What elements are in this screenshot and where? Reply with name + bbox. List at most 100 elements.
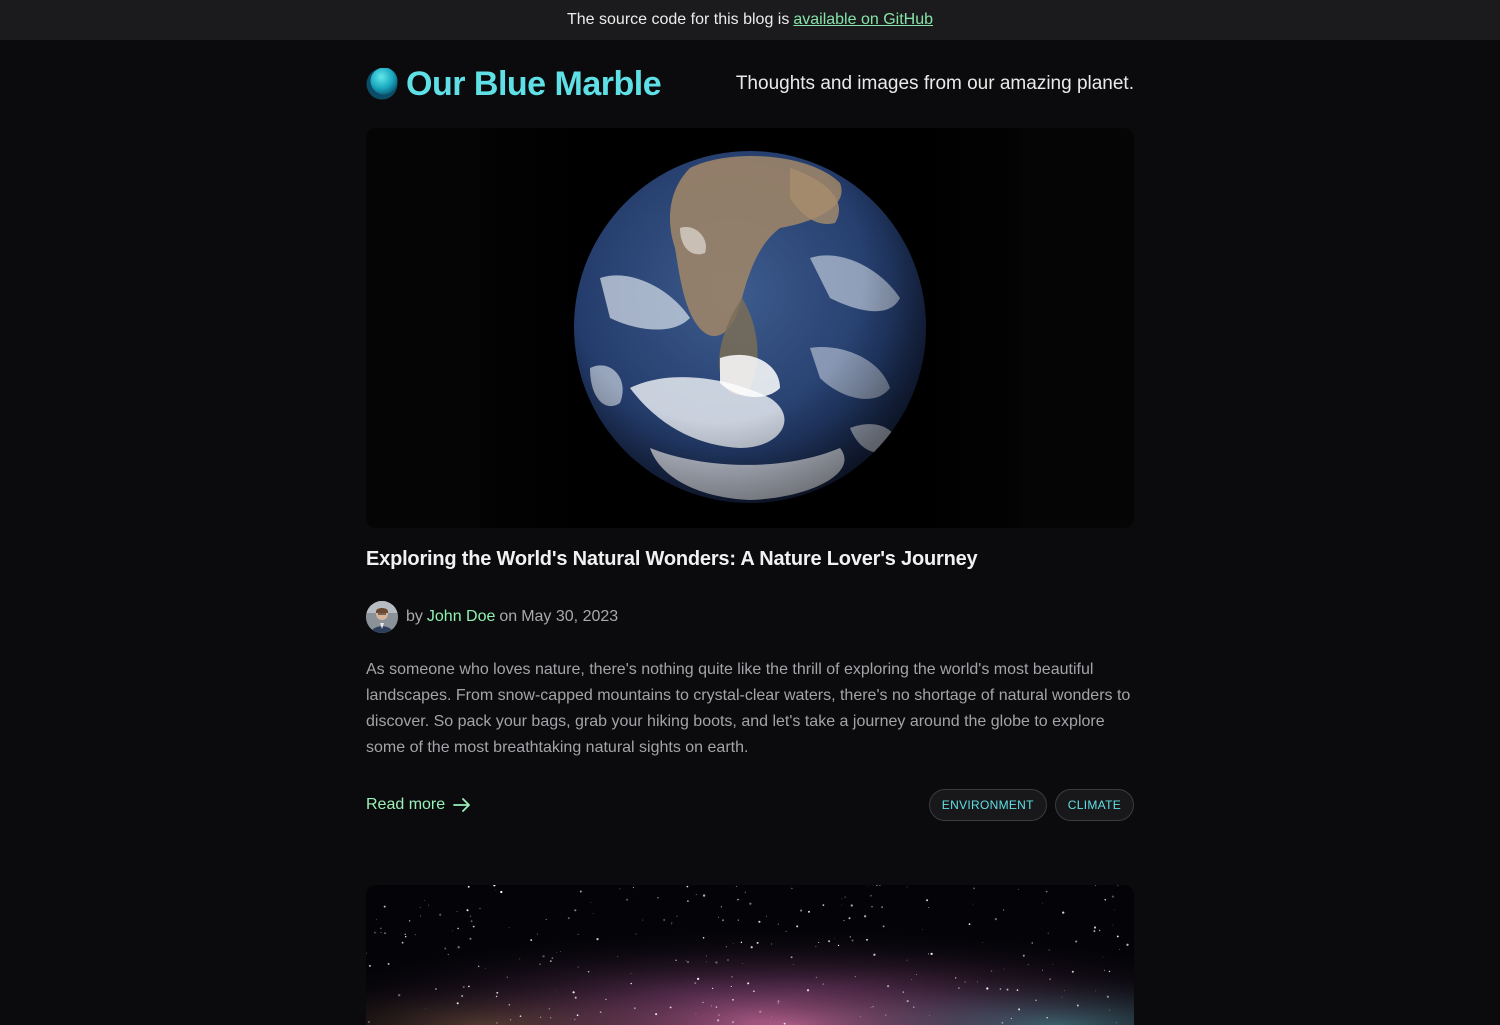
- star: [859, 1016, 861, 1017]
- star: [1126, 943, 1129, 946]
- star: [670, 922, 673, 924]
- star: [885, 1014, 887, 1016]
- star: [550, 1017, 552, 1019]
- star: [841, 904, 843, 906]
- star: [1031, 942, 1033, 944]
- star: [1045, 890, 1048, 893]
- read-more-label: Read more: [366, 796, 446, 813]
- star: [408, 920, 411, 922]
- star: [731, 976, 733, 978]
- star: [990, 970, 993, 972]
- star: [1114, 909, 1115, 911]
- star: [1108, 970, 1111, 973]
- star: [850, 904, 853, 907]
- star: [577, 933, 579, 935]
- star: [718, 916, 719, 918]
- star: [790, 956, 793, 959]
- star: [906, 959, 908, 961]
- star: [849, 936, 851, 938]
- read-more-link[interactable]: Read more: [366, 796, 471, 814]
- star: [777, 923, 779, 925]
- star: [675, 959, 677, 961]
- star: [626, 898, 629, 901]
- star: [576, 1014, 579, 1017]
- star: [731, 1020, 735, 1024]
- star: [702, 894, 706, 897]
- star: [843, 919, 845, 922]
- star: [783, 1022, 786, 1025]
- star: [551, 957, 554, 959]
- star: [715, 961, 718, 964]
- star: [1047, 932, 1049, 934]
- star: [759, 1010, 762, 1013]
- post-card: Exploring the World's Natural Wonders: A…: [366, 128, 1134, 821]
- star: [911, 978, 913, 980]
- star: [954, 977, 957, 979]
- star: [560, 951, 562, 952]
- post-hero-image[interactable]: [366, 128, 1134, 528]
- star: [472, 925, 475, 928]
- star: [456, 911, 458, 913]
- star: [999, 988, 1002, 990]
- author-link[interactable]: John Doe: [427, 608, 496, 626]
- star: [777, 1000, 780, 1003]
- main-column: Our Blue Marble Thoughts and images from…: [366, 40, 1134, 821]
- tag-environment[interactable]: ENVIRONMENT: [928, 789, 1047, 821]
- star: [1106, 995, 1110, 998]
- star: [452, 930, 453, 932]
- star: [506, 976, 508, 978]
- star: [1093, 926, 1097, 929]
- star: [735, 885, 737, 887]
- star: [687, 961, 689, 963]
- star: [1002, 909, 1005, 911]
- post-title[interactable]: Exploring the World's Natural Wonders: A…: [366, 548, 1134, 571]
- top-banner: The source code for this blog is availab…: [0, 0, 1500, 40]
- star: [508, 927, 510, 928]
- star: [457, 946, 460, 949]
- star: [368, 1021, 370, 1023]
- star: [972, 903, 974, 905]
- brand-home-link[interactable]: Our Blue Marble: [366, 65, 662, 104]
- star: [841, 898, 843, 900]
- star: [373, 931, 376, 934]
- star: [630, 972, 632, 974]
- star: [1049, 978, 1051, 980]
- star: [777, 1002, 779, 1004]
- github-link[interactable]: available on GitHub: [793, 11, 933, 29]
- star: [519, 958, 521, 960]
- next-post-hero-image[interactable]: [366, 885, 1134, 1025]
- star: [1018, 889, 1019, 890]
- star: [834, 938, 835, 940]
- star: [727, 959, 729, 961]
- star: [818, 941, 820, 944]
- star: [574, 909, 577, 912]
- star: [375, 918, 377, 920]
- tag-climate[interactable]: CLIMATE: [1054, 789, 1134, 821]
- star: [549, 960, 552, 963]
- globe-icon: [366, 68, 398, 100]
- star: [500, 890, 503, 894]
- author-avatar[interactable]: [366, 601, 398, 633]
- star: [404, 933, 406, 935]
- star: [747, 982, 750, 985]
- star: [469, 915, 472, 918]
- star: [599, 1011, 602, 1013]
- star: [439, 913, 442, 916]
- star: [633, 1007, 636, 1010]
- star: [851, 939, 854, 942]
- star: [590, 901, 592, 903]
- star: [404, 935, 407, 938]
- post-byline: by John Doe on May 30, 2023: [366, 601, 1134, 633]
- star: [1048, 949, 1050, 951]
- star: [710, 1005, 713, 1007]
- star: [906, 999, 909, 1003]
- star: [982, 942, 983, 944]
- star: [686, 885, 689, 888]
- star: [470, 920, 473, 923]
- star: [508, 1004, 511, 1006]
- star: [927, 953, 930, 955]
- star: [1018, 1008, 1021, 1011]
- star: [1062, 911, 1065, 914]
- star: [420, 915, 422, 917]
- author-photo: [366, 601, 398, 633]
